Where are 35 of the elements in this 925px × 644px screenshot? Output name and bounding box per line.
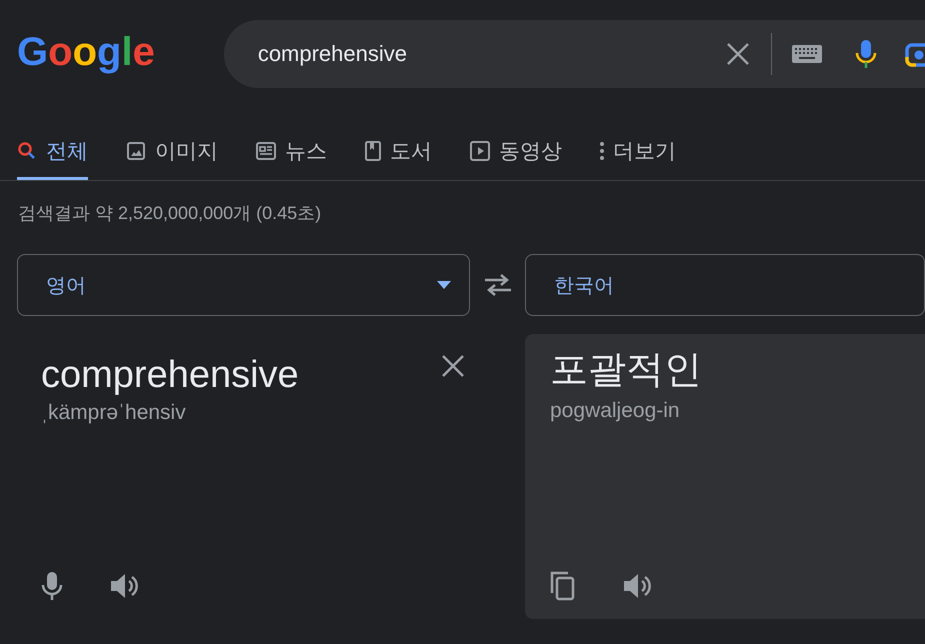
listen-button[interactable] <box>109 571 139 601</box>
target-language-select[interactable]: 한국어 <box>525 254 925 316</box>
image-icon <box>126 141 146 161</box>
phonetic-text: ˌkämprəˈhensiv <box>41 401 187 425</box>
newspaper-icon <box>256 142 276 160</box>
nav-tab[interactable]: 이미지 <box>126 137 218 180</box>
copy-button[interactable] <box>550 571 576 601</box>
google-logo[interactable]: Google <box>15 26 159 82</box>
nav-tab[interactable]: 더보기 <box>600 137 676 180</box>
result-stats: 검색결과 약 2,520,000,000개 (0.45초) <box>17 202 322 225</box>
clear-button[interactable] <box>724 41 751 67</box>
camera-icon[interactable] <box>904 41 925 67</box>
play-icon <box>470 141 490 161</box>
source-language-select[interactable]: 영어 <box>17 254 470 316</box>
translated-text: 포괄적인 <box>550 348 702 393</box>
more-icon <box>600 142 604 160</box>
search-input[interactable]: comprehensive <box>256 40 700 68</box>
search-icon <box>17 141 37 161</box>
nav-tab[interactable]: 도서 <box>365 137 432 180</box>
microphone-button[interactable] <box>41 571 63 601</box>
microphone-icon <box>854 39 877 69</box>
clear-text-button[interactable] <box>441 354 465 378</box>
speaker-icon <box>109 572 139 600</box>
voice-search-button[interactable] <box>854 39 877 69</box>
book-icon <box>365 141 381 161</box>
source-text: comprehensive <box>41 354 299 397</box>
nav-tab[interactable]: 동영상 <box>470 137 562 180</box>
nav-tab[interactable]: 뉴스 <box>256 137 327 180</box>
nav-tab[interactable]: 전체 <box>17 137 88 180</box>
keyboard-icon[interactable] <box>792 45 822 63</box>
dropdown-caret-icon <box>437 281 451 289</box>
microphone-icon <box>41 571 63 601</box>
romanization-text: pogwaljeog-in <box>550 399 681 423</box>
speaker-icon <box>622 572 652 600</box>
listen-button[interactable] <box>622 571 652 601</box>
